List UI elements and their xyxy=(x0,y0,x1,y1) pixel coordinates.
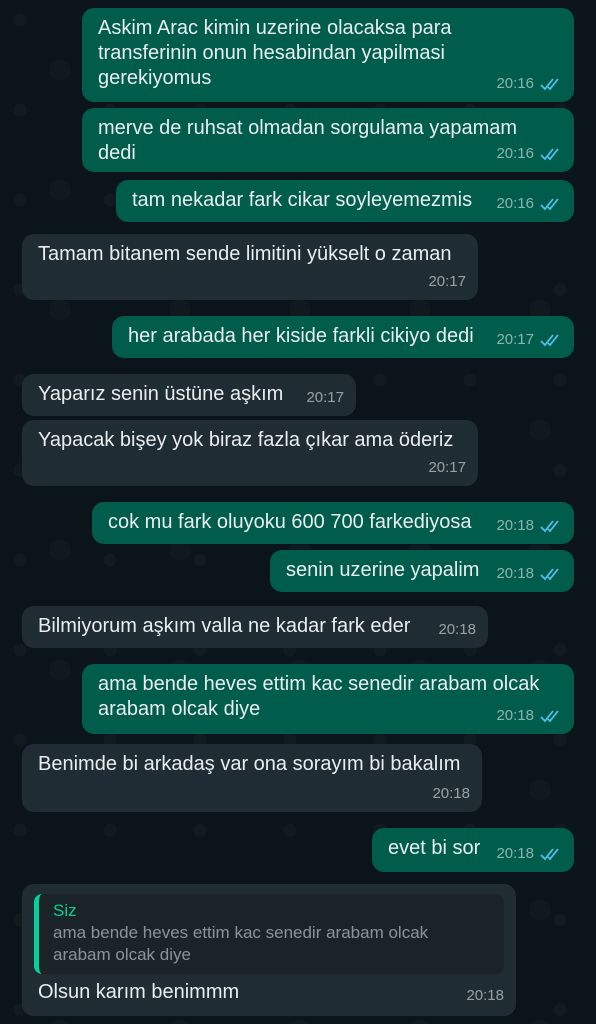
message-meta: 20:17 xyxy=(496,327,562,352)
double-check-read-icon xyxy=(540,147,559,160)
message-meta: 20:18 xyxy=(496,841,562,866)
quoted-message[interactable]: Siz ama bende heves ettim kac senedir ar… xyxy=(34,894,504,974)
message-text: Bilmiyorum aşkım valla ne kadar fark ede… xyxy=(38,615,411,637)
message-bubble-incoming[interactable]: Yapacak bişey yok biraz fazla çıkar ama … xyxy=(22,420,478,486)
message-bubble-incoming[interactable]: Tamam bitanem sende limitini yükselt o z… xyxy=(22,234,478,300)
message-meta: 20:18 xyxy=(466,983,504,1008)
message-time: 20:17 xyxy=(428,273,466,290)
message-time: 20:18 xyxy=(496,517,534,534)
message-bubble-outgoing[interactable]: evet bi sor 20:18 xyxy=(372,828,574,872)
message-time: 20:17 xyxy=(306,389,344,406)
message-bubble-outgoing[interactable]: Askim Arac kimin uzerine olacaksa para t… xyxy=(82,8,574,102)
double-check-read-icon xyxy=(540,333,559,346)
message-text: Askim Arac kimin uzerine olacaksa para t… xyxy=(98,17,452,89)
message-meta: 20:18 xyxy=(496,561,562,586)
message-meta: 20:18 xyxy=(432,781,470,806)
message-text: cok mu fark oluyoku 600 700 farkediyosa xyxy=(108,511,472,533)
double-check-read-icon xyxy=(540,567,559,580)
message-text: Benimde bi arkadaş var ona sorayım bi ba… xyxy=(38,753,461,775)
message-time: 20:18 xyxy=(432,785,470,802)
message-time: 20:18 xyxy=(496,565,534,582)
message-text: Tamam bitanem sende limitini yükselt o z… xyxy=(38,243,452,265)
message-meta: 20:18 xyxy=(496,703,562,728)
message-bubble-outgoing[interactable]: tam nekadar fark cikar soyleyemezmis 20:… xyxy=(116,180,574,222)
message-bubble-incoming[interactable]: Yaparız senin üstüne aşkım 20:17 xyxy=(22,374,356,416)
message-text: Yapacak bişey yok biraz fazla çıkar ama … xyxy=(38,429,454,451)
message-text: her arabada her kiside farkli cikiyo ded… xyxy=(128,325,474,347)
message-meta: 20:17 xyxy=(428,455,466,480)
message-time: 20:16 xyxy=(496,145,534,162)
message-meta: 20:17 xyxy=(306,385,344,410)
message-time: 20:18 xyxy=(466,987,504,1004)
message-text: ama bende heves ettim kac senedir arabam… xyxy=(98,673,540,720)
message-text: merve de ruhsat olmadan sorgulama yapama… xyxy=(98,117,518,164)
message-time: 20:17 xyxy=(496,331,534,348)
message-bubble-outgoing[interactable]: senin uzerine yapalim 20:18 xyxy=(270,550,574,592)
double-check-read-icon xyxy=(540,519,559,532)
message-time: 20:18 xyxy=(496,845,534,862)
message-bubble-outgoing[interactable]: her arabada her kiside farkli cikiyo ded… xyxy=(112,316,574,358)
message-meta: 20:17 xyxy=(428,269,466,294)
message-meta: 20:16 xyxy=(496,191,562,216)
message-bubble-incoming[interactable]: Benimde bi arkadaş var ona sorayım bi ba… xyxy=(22,744,482,812)
double-check-read-icon xyxy=(540,709,559,722)
message-bubble-incoming-reply[interactable]: Siz ama bende heves ettim kac senedir ar… xyxy=(22,884,516,1016)
double-check-read-icon xyxy=(540,847,559,860)
message-text: Olsun karım benimmm xyxy=(38,981,240,1003)
message-meta: 20:18 xyxy=(438,617,476,642)
quoted-author: Siz xyxy=(53,901,77,920)
message-time: 20:18 xyxy=(496,707,534,724)
message-meta: 20:18 xyxy=(496,513,562,538)
message-time: 20:16 xyxy=(496,75,534,92)
message-bubble-incoming[interactable]: Bilmiyorum aşkım valla ne kadar fark ede… xyxy=(22,606,488,648)
message-meta: 20:16 xyxy=(496,141,562,166)
quoted-text: ama bende heves ettim kac senedir arabam… xyxy=(53,923,429,964)
message-text: Yaparız senin üstüne aşkım xyxy=(38,383,284,405)
message-bubble-outgoing[interactable]: merve de ruhsat olmadan sorgulama yapama… xyxy=(82,108,574,172)
double-check-read-icon xyxy=(540,77,559,90)
message-time: 20:18 xyxy=(438,621,476,638)
message-bubble-outgoing[interactable]: ama bende heves ettim kac senedir arabam… xyxy=(82,664,574,734)
message-time: 20:17 xyxy=(428,459,466,476)
message-meta: 20:16 xyxy=(496,71,562,96)
message-bubble-outgoing[interactable]: cok mu fark oluyoku 600 700 farkediyosa … xyxy=(92,502,574,544)
message-time: 20:16 xyxy=(496,195,534,212)
double-check-read-icon xyxy=(540,197,559,210)
